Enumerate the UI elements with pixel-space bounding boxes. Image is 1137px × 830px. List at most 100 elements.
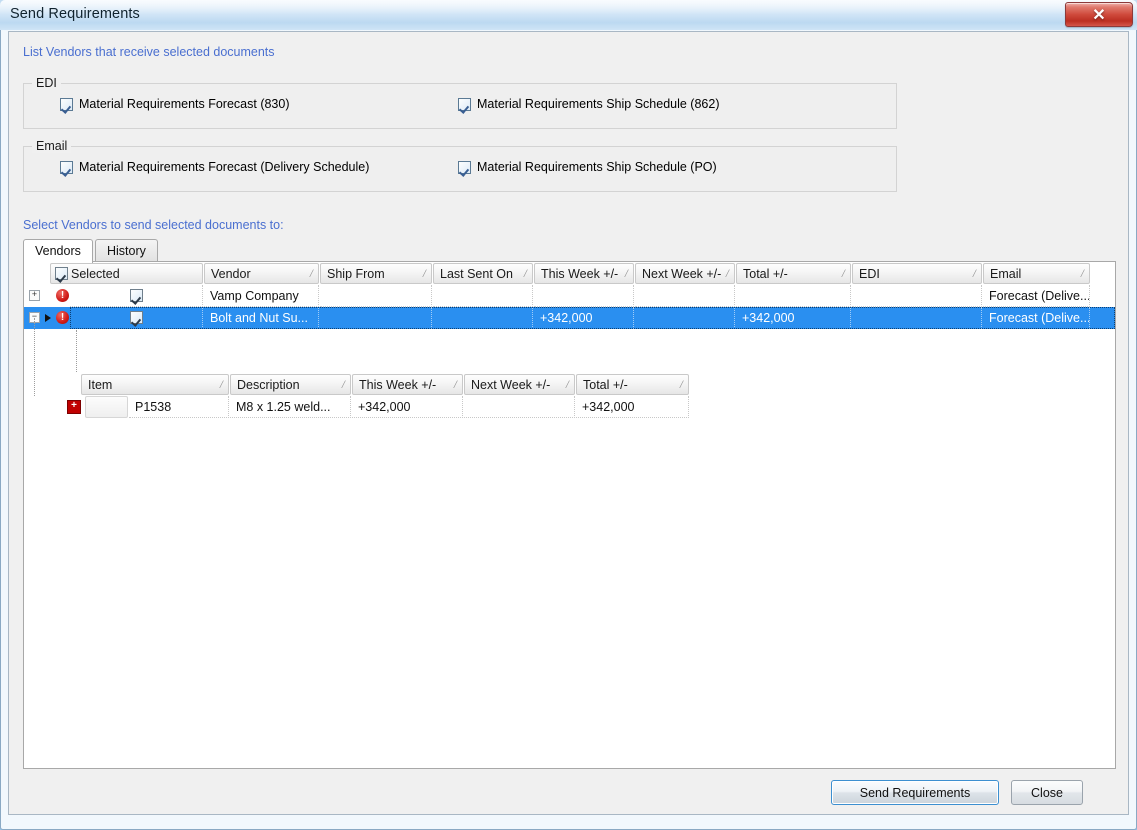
- column-header-email[interactable]: Email ⁄: [983, 263, 1090, 284]
- cell-ship-from[interactable]: [320, 285, 432, 307]
- edi-groupbox: EDI Material Requirements Forecast (830)…: [23, 76, 897, 129]
- column-header-label: Next Week +/-: [642, 266, 722, 281]
- column-header-label: Email: [990, 266, 1022, 281]
- column-header-ship-from[interactable]: Ship From ⁄: [320, 263, 432, 284]
- checkbox-checked-icon: [458, 160, 471, 174]
- row-expand-icon[interactable]: +: [29, 290, 40, 301]
- email-groupbox: Email Material Requirements Forecast (De…: [23, 139, 897, 192]
- cell-next-week[interactable]: [635, 285, 735, 307]
- sort-indicator-icon[interactable]: ⁄: [424, 268, 425, 280]
- cell-this-week[interactable]: [534, 285, 634, 307]
- sort-indicator-icon[interactable]: ⁄: [343, 379, 344, 391]
- cell-this-week[interactable]: +342,000: [352, 396, 463, 418]
- checkbox-edi-forecast-830[interactable]: Material Requirements Forecast (830): [60, 97, 290, 111]
- column-header-selected[interactable]: Selected: [50, 263, 203, 284]
- checkbox-checked-icon: [60, 97, 73, 111]
- checkbox-email-ship-schedule-po[interactable]: Material Requirements Ship Schedule (PO): [458, 160, 717, 174]
- column-header-total[interactable]: Total +/- ⁄: [736, 263, 851, 284]
- checkbox-label: Material Requirements Ship Schedule (PO): [477, 160, 717, 174]
- column-header-this-week[interactable]: This Week +/- ⁄: [352, 374, 463, 395]
- column-header-label: Ship From: [327, 266, 385, 281]
- column-header-item[interactable]: Item ⁄: [81, 374, 229, 395]
- cell-description[interactable]: M8 x 1.25 weld...: [230, 396, 351, 418]
- cell-this-week[interactable]: +342,000: [534, 307, 634, 329]
- select-all-checkbox-icon[interactable]: [55, 267, 68, 280]
- column-header-description[interactable]: Description ⁄: [230, 374, 351, 395]
- close-button[interactable]: Close: [1011, 780, 1083, 805]
- column-header-edi[interactable]: EDI ⁄: [852, 263, 982, 284]
- cell-email[interactable]: Forecast (Delive...: [983, 307, 1090, 329]
- cell-last-sent-on[interactable]: [433, 307, 533, 329]
- titlebar[interactable]: Send Requirements ✕: [0, 0, 1137, 30]
- cell-total[interactable]: +342,000: [576, 396, 689, 418]
- row-expand-icon[interactable]: +: [67, 400, 81, 414]
- sort-indicator-icon[interactable]: ⁄: [974, 268, 975, 280]
- cell-last-sent-on[interactable]: [433, 285, 533, 307]
- row-select-checkbox-cell[interactable]: [70, 285, 203, 307]
- send-requirements-button[interactable]: Send Requirements: [831, 780, 999, 805]
- cell-total[interactable]: +342,000: [736, 307, 851, 329]
- table-row[interactable]: − ! Bolt and Nut Su... +342,000 +342,000…: [24, 307, 1115, 329]
- cell-next-week[interactable]: [464, 396, 575, 418]
- window-close-button[interactable]: ✕: [1065, 2, 1133, 27]
- sort-indicator-icon[interactable]: ⁄: [681, 379, 682, 391]
- column-header-label: Last Sent On: [440, 266, 513, 281]
- cell-vendor[interactable]: Bolt and Nut Su...: [204, 307, 319, 329]
- cell-vendor[interactable]: Vamp Company: [204, 285, 319, 307]
- sort-indicator-icon[interactable]: ⁄: [727, 268, 728, 280]
- hierarchy-connector: [34, 318, 35, 396]
- column-header-label: Total +/-: [583, 377, 628, 392]
- cell-edi[interactable]: [852, 285, 982, 307]
- cell-item[interactable]: P1538: [129, 396, 229, 418]
- vendor-grid-header-row: Selected Vendor ⁄ Ship From ⁄ Last Sent …: [24, 262, 1115, 285]
- table-row[interactable]: + P1538 M8 x 1.25 weld... +342,000 +342,…: [67, 396, 692, 418]
- list-vendors-caption: List Vendors that receive selected docum…: [23, 45, 275, 59]
- column-header-last-sent-on[interactable]: Last Sent On ⁄: [433, 263, 533, 284]
- edi-group-legend: EDI: [32, 76, 61, 90]
- checkbox-edi-ship-schedule-862[interactable]: Material Requirements Ship Schedule (862…: [458, 97, 720, 111]
- checkbox-email-forecast-delivery-schedule[interactable]: Material Requirements Forecast (Delivery…: [60, 160, 369, 174]
- checkbox-label: Material Requirements Forecast (Delivery…: [79, 160, 370, 174]
- tab-vendors[interactable]: Vendors: [23, 239, 93, 263]
- column-header-this-week[interactable]: This Week +/- ⁄: [534, 263, 634, 284]
- current-row-indicator-icon: [45, 314, 51, 322]
- row-error-icon[interactable]: !: [56, 289, 69, 302]
- sort-indicator-icon[interactable]: ⁄: [311, 268, 312, 280]
- sort-indicator-icon[interactable]: ⁄: [525, 268, 526, 280]
- row-indicator-cell: [85, 396, 128, 418]
- column-header-next-week[interactable]: Next Week +/- ⁄: [464, 374, 575, 395]
- row-select-checkbox-cell[interactable]: [70, 307, 203, 329]
- vendor-grid[interactable]: Selected Vendor ⁄ Ship From ⁄ Last Sent …: [23, 261, 1116, 769]
- send-requirements-button-label: Send Requirements: [859, 785, 971, 800]
- sort-indicator-icon[interactable]: ⁄: [843, 268, 844, 280]
- column-header-label: This Week +/-: [359, 377, 437, 392]
- checkbox-checked-icon[interactable]: [129, 289, 143, 302]
- checkbox-checked-icon[interactable]: [129, 311, 143, 324]
- select-vendors-caption: Select Vendors to send selected document…: [23, 218, 284, 232]
- tab-history[interactable]: History: [95, 239, 158, 261]
- sort-indicator-icon[interactable]: ⁄: [455, 379, 456, 391]
- column-header-label: Next Week +/-: [471, 377, 551, 392]
- cell-total[interactable]: [736, 285, 851, 307]
- sort-indicator-icon[interactable]: ⁄: [567, 379, 568, 391]
- cell-email[interactable]: Forecast (Delive...: [983, 285, 1090, 307]
- column-header-vendor[interactable]: Vendor ⁄: [204, 263, 319, 284]
- tabstrip: Vendors History: [23, 239, 1116, 263]
- checkbox-label: Material Requirements Ship Schedule (862…: [477, 97, 720, 111]
- row-error-icon[interactable]: !: [56, 311, 69, 324]
- column-header-total[interactable]: Total +/- ⁄: [576, 374, 689, 395]
- sort-indicator-icon[interactable]: ⁄: [626, 268, 627, 280]
- sort-indicator-icon[interactable]: ⁄: [1082, 268, 1083, 280]
- window-close-icon: ✕: [1092, 6, 1106, 24]
- cell-next-week[interactable]: [635, 307, 735, 329]
- column-header-label: Vendor: [211, 266, 251, 281]
- column-header-next-week[interactable]: Next Week +/- ⁄: [635, 263, 735, 284]
- column-header-label: Description: [237, 377, 300, 392]
- cell-ship-from[interactable]: [320, 307, 432, 329]
- sort-indicator-icon[interactable]: ⁄: [221, 379, 222, 391]
- item-detail-grid[interactable]: Item ⁄ Description ⁄ This Week +/- ⁄ Nex…: [67, 373, 692, 420]
- close-button-label: Close: [1031, 785, 1063, 800]
- table-row[interactable]: + ! Vamp Company Forecast (Delive...: [24, 285, 1115, 307]
- cell-edi[interactable]: [852, 307, 982, 329]
- column-header-label: EDI: [859, 266, 880, 281]
